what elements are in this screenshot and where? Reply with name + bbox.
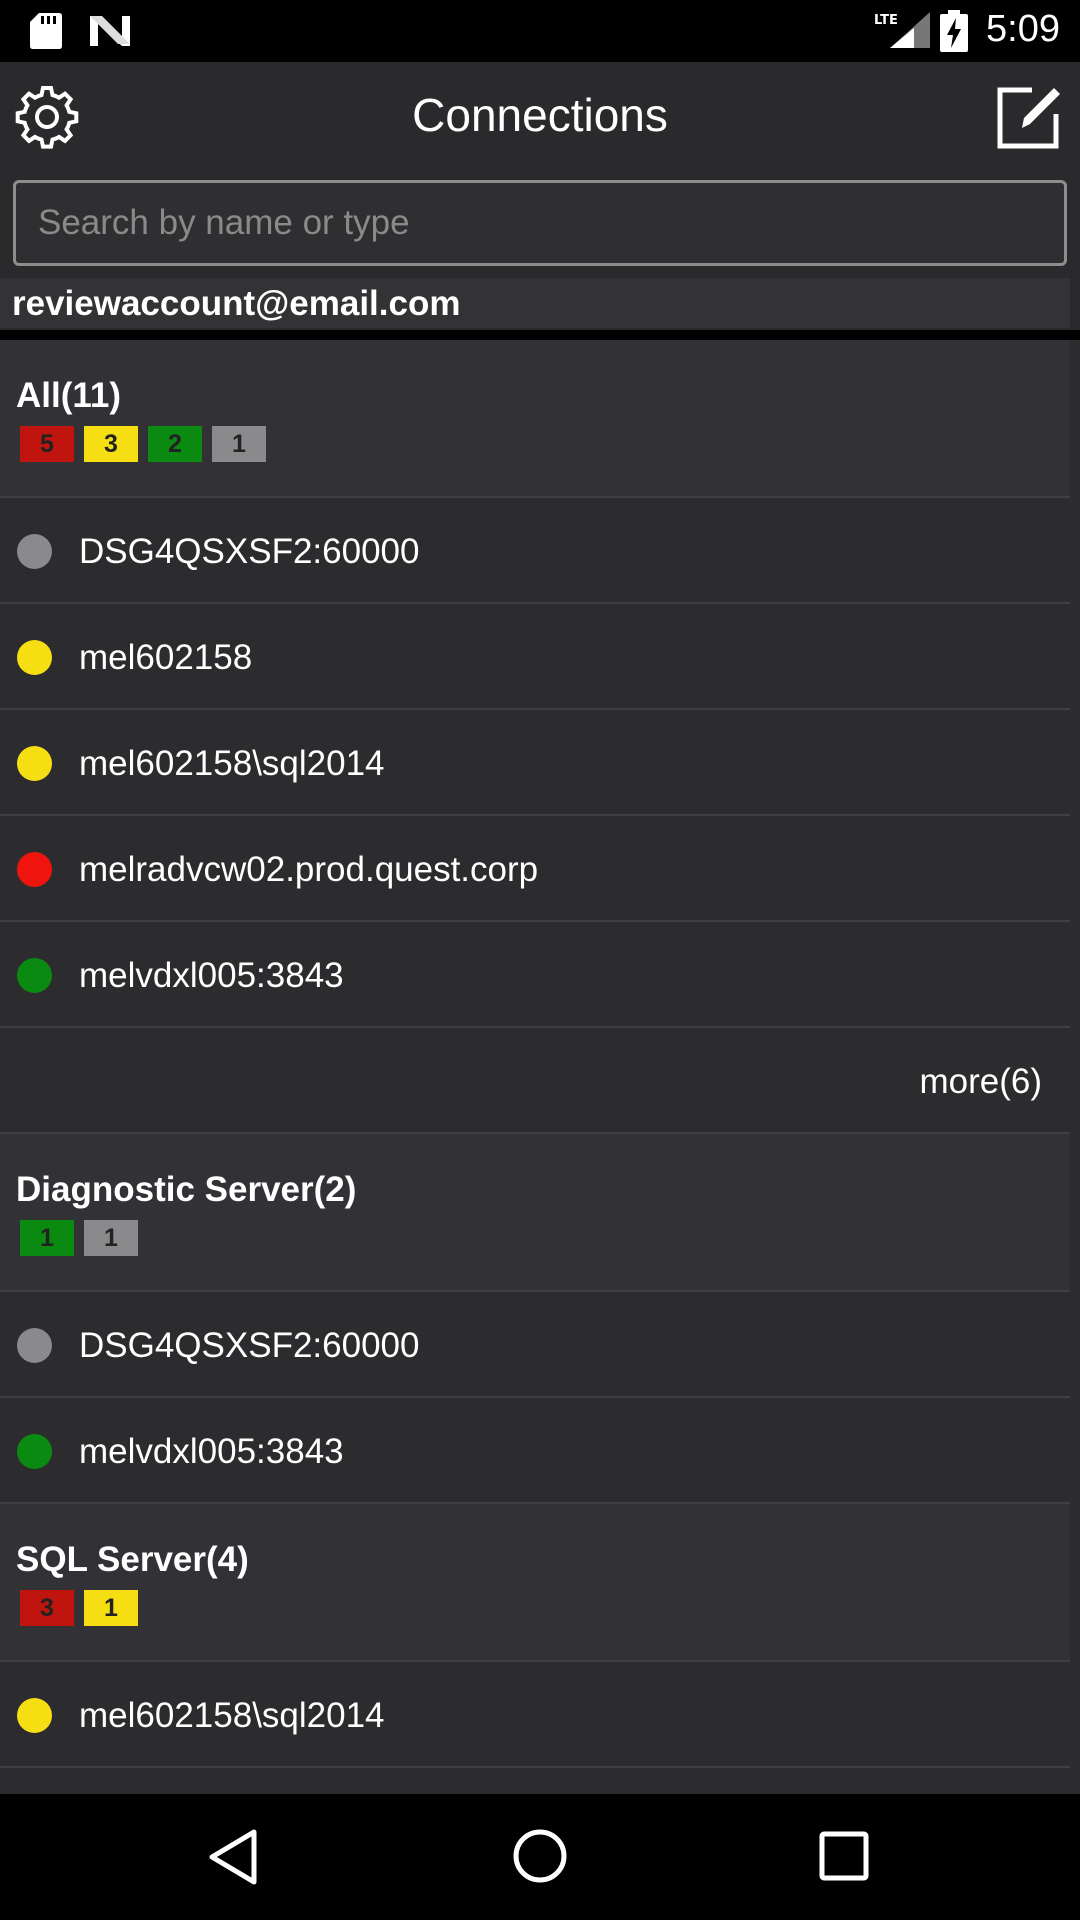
battery-charging-icon	[940, 10, 968, 52]
sd-card-icon	[30, 13, 62, 49]
home-icon[interactable]	[512, 1828, 568, 1884]
more-link[interactable]: more(6)	[919, 1062, 1042, 1102]
status-badge-gray: 1	[212, 426, 266, 462]
group-header[interactable]: Diagnostic Server(2) 1 1	[0, 1134, 1070, 1292]
connection-name: DSG4QSXSF2:60000	[79, 532, 420, 571]
connection-item[interactable]: DSG4QSXSF2:60000	[0, 498, 1070, 604]
status-badges: 11	[20, 1220, 138, 1256]
group-title: Diagnostic Server(2)	[16, 1170, 357, 1209]
connection-name: melvdxl005:3843	[79, 956, 344, 995]
status-badge-yellow: 3	[84, 426, 138, 462]
connection-item[interactable]: DSG4QSXSF2:60000	[0, 1292, 1070, 1398]
status-dot-yellow-icon	[17, 746, 52, 781]
account-row: reviewaccount@email.com	[0, 274, 1080, 330]
status-bar: LTE 5:09	[0, 0, 1080, 62]
connection-name: melvdxl005:3843	[79, 1432, 344, 1471]
status-dot-red-icon	[17, 852, 52, 887]
status-dot-gray-icon	[17, 534, 52, 569]
status-badge-yellow: 1	[84, 1590, 138, 1626]
status-dot-green-icon	[17, 1434, 52, 1469]
more-row: more(6)	[0, 1028, 1070, 1134]
connection-item[interactable]: mel602158\sql2014	[0, 1662, 1070, 1768]
status-dot-green-icon	[17, 958, 52, 993]
connection-item[interactable]: melradvcw02.prod.quest.corp	[0, 816, 1070, 922]
connection-name: mel602158\sql2014	[79, 1696, 385, 1735]
status-badge-green: 1	[20, 1220, 74, 1256]
compose-icon[interactable]	[996, 84, 1062, 150]
page-title: Connections	[412, 89, 668, 141]
status-badge-gray: 1	[84, 1220, 138, 1256]
status-dot-yellow-icon	[17, 1698, 52, 1733]
connection-item[interactable]: mel602158	[0, 604, 1070, 710]
clock: 5:09	[986, 8, 1060, 50]
status-badge-green: 2	[148, 426, 202, 462]
group-title: All(11)	[16, 376, 122, 415]
status-badge-red: 3	[20, 1590, 74, 1626]
connection-item[interactable]: melvdxl005:3843	[0, 922, 1070, 1028]
status-badge-red: 5	[20, 426, 74, 462]
connection-item[interactable]: melvdxl005:3843	[0, 1398, 1070, 1504]
account-email: reviewaccount@email.com	[12, 284, 461, 323]
search-bar	[0, 174, 1080, 274]
recents-icon[interactable]	[818, 1830, 870, 1882]
n-notification-icon	[90, 16, 130, 46]
group-header[interactable]: All(11) 5 3 2 1	[0, 340, 1070, 498]
back-icon[interactable]	[206, 1828, 264, 1886]
app-header: Connections	[0, 62, 1080, 174]
group-title: SQL Server(4)	[16, 1540, 249, 1579]
connection-name: mel602158\sql2014	[79, 744, 385, 783]
connections-list[interactable]: All(11) 5 3 2 1 DSG4QSXSF2:60000 mel602158 mel6…	[0, 340, 1080, 1794]
status-dot-gray-icon	[17, 1328, 52, 1363]
connection-item[interactable]: mel602158\sql2014	[0, 710, 1070, 816]
status-dot-yellow-icon	[17, 640, 52, 675]
connection-name: melradvcw02.prod.quest.corp	[79, 850, 539, 889]
lte-signal-icon: LTE	[874, 12, 930, 48]
search-input[interactable]	[13, 180, 1067, 266]
lte-label: LTE	[874, 13, 898, 28]
status-badges: 5321	[20, 426, 266, 462]
group-header[interactable]: SQL Server(4) 3 1	[0, 1504, 1070, 1662]
connection-name: mel602158	[79, 638, 253, 677]
connection-name: DSG4QSXSF2:60000	[79, 1326, 420, 1365]
navigation-bar	[0, 1794, 1080, 1920]
status-badges: 31	[20, 1590, 138, 1626]
